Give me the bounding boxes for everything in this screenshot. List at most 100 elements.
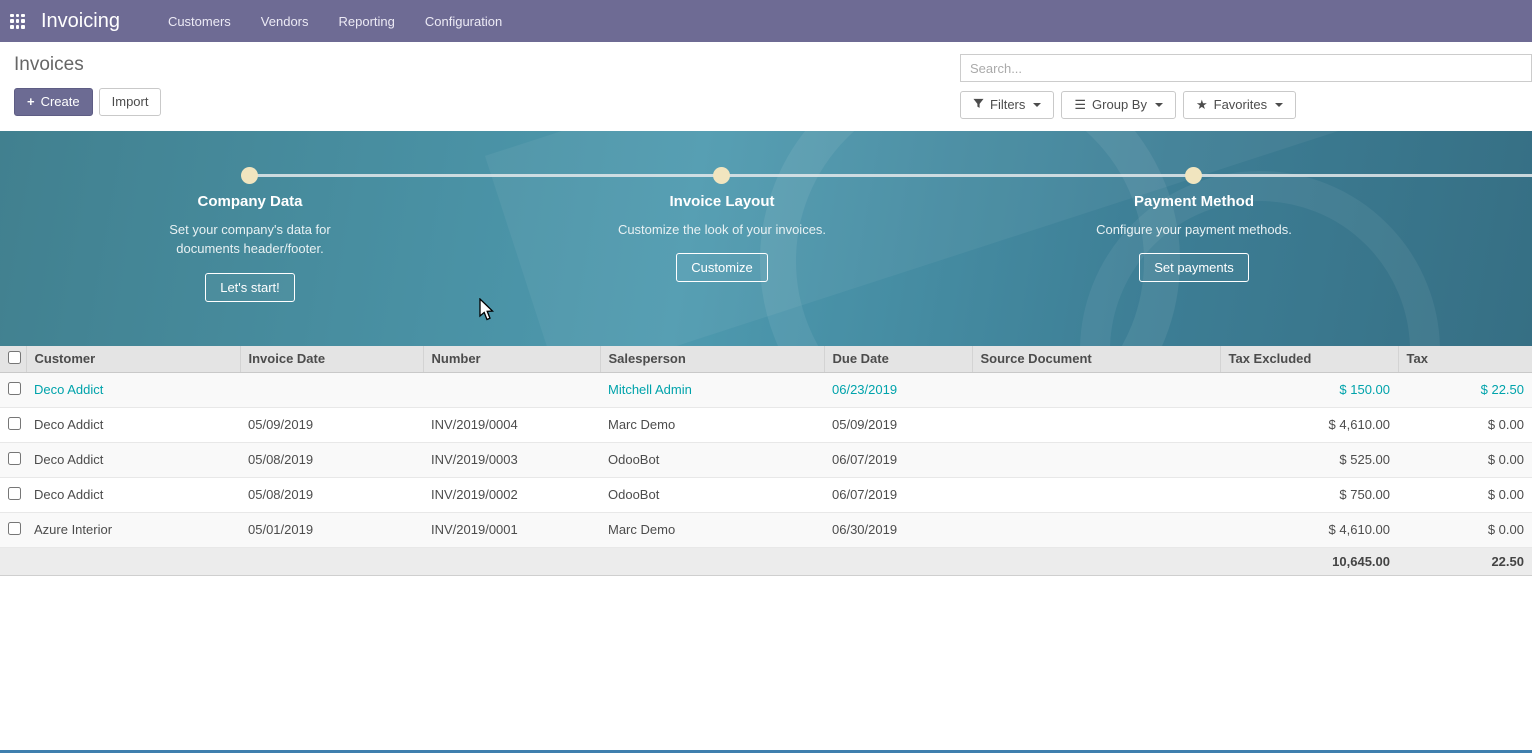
page-title: Invoices xyxy=(14,54,161,76)
cell-source-document xyxy=(972,442,1220,477)
cell-source-document xyxy=(972,477,1220,512)
timeline-dot xyxy=(713,167,730,184)
onboarding-banner: Company Data Set your company's data for… xyxy=(0,131,1532,346)
cell-invoice-date xyxy=(240,372,423,407)
bars-icon: ☰ xyxy=(1074,97,1086,113)
filters-button[interactable]: Filters xyxy=(960,91,1054,119)
menu-item-customers[interactable]: Customers xyxy=(168,14,231,29)
table-header-row: Customer Invoice Date Number Salesperson… xyxy=(0,346,1532,373)
lets-start-button[interactable]: Let's start! xyxy=(205,273,295,302)
set-payments-button[interactable]: Set payments xyxy=(1139,253,1249,282)
filter-funnel-icon xyxy=(973,97,984,113)
navbar-menu: Customers Vendors Reporting Configuratio… xyxy=(168,14,502,29)
timeline-dot xyxy=(1185,167,1202,184)
chevron-down-icon xyxy=(1275,103,1283,107)
menu-item-configuration[interactable]: Configuration xyxy=(425,14,502,29)
step-description: Set your company's data for documents he… xyxy=(143,220,358,259)
cell-number: INV/2019/0003 xyxy=(423,442,600,477)
favorites-button-label: Favorites xyxy=(1214,97,1267,113)
cell-number xyxy=(423,372,600,407)
step-description: Configure your payment methods. xyxy=(1087,220,1302,240)
step-title: Company Data xyxy=(90,193,410,210)
cell-salesperson: OdooBot xyxy=(600,477,824,512)
plus-icon: + xyxy=(27,94,35,110)
menu-item-reporting[interactable]: Reporting xyxy=(339,14,395,29)
cell-customer: Deco Addict xyxy=(26,407,240,442)
column-header-salesperson[interactable]: Salesperson xyxy=(600,346,824,373)
favorites-button[interactable]: ★ Favorites xyxy=(1183,91,1296,119)
cell-source-document xyxy=(972,372,1220,407)
import-button-label: Import xyxy=(112,94,149,110)
cell-invoice-date: 05/08/2019 xyxy=(240,477,423,512)
cell-due-date: 06/23/2019 xyxy=(824,372,972,407)
table-row[interactable]: Deco Addict 05/09/2019 INV/2019/0004 Mar… xyxy=(0,407,1532,442)
cell-tax: $ 0.00 xyxy=(1398,407,1532,442)
cell-tax: $ 0.00 xyxy=(1398,442,1532,477)
step-description: Customize the look of your invoices. xyxy=(615,220,830,240)
row-checkbox[interactable] xyxy=(8,487,21,500)
cell-tax: $ 0.00 xyxy=(1398,512,1532,547)
cell-salesperson: OdooBot xyxy=(600,442,824,477)
cell-tax: $ 22.50 xyxy=(1398,372,1532,407)
app-title: Invoicing xyxy=(41,10,120,33)
select-all-checkbox[interactable] xyxy=(8,351,21,364)
column-header-tax[interactable]: Tax xyxy=(1398,346,1532,373)
total-tax-excluded: 10,645.00 xyxy=(1220,547,1398,575)
cell-tax-excluded: $ 4,610.00 xyxy=(1220,407,1398,442)
column-header-invoice-date[interactable]: Invoice Date xyxy=(240,346,423,373)
timeline-dot xyxy=(241,167,258,184)
cell-due-date: 06/30/2019 xyxy=(824,512,972,547)
cell-customer: Deco Addict xyxy=(26,442,240,477)
step-title: Invoice Layout xyxy=(562,193,882,210)
column-header-source-document[interactable]: Source Document xyxy=(972,346,1220,373)
row-checkbox[interactable] xyxy=(8,382,21,395)
cell-salesperson: Marc Demo xyxy=(600,407,824,442)
onboarding-timeline xyxy=(250,174,1532,177)
step-title: Payment Method xyxy=(1034,193,1354,210)
chevron-down-icon xyxy=(1033,103,1041,107)
table-row[interactable]: Deco Addict 05/08/2019 INV/2019/0002 Odo… xyxy=(0,477,1532,512)
cell-tax: $ 0.00 xyxy=(1398,477,1532,512)
cell-tax-excluded: $ 4,610.00 xyxy=(1220,512,1398,547)
row-checkbox[interactable] xyxy=(8,522,21,535)
filters-button-label: Filters xyxy=(990,97,1025,113)
search-input[interactable] xyxy=(960,54,1532,82)
cell-customer: Deco Addict xyxy=(26,372,240,407)
star-icon: ★ xyxy=(1196,97,1208,113)
table-row[interactable]: Deco Addict 05/08/2019 INV/2019/0003 Odo… xyxy=(0,442,1532,477)
column-header-number[interactable]: Number xyxy=(423,346,600,373)
onboarding-step-payment-method: Payment Method Configure your payment me… xyxy=(1034,193,1354,283)
cell-source-document xyxy=(972,512,1220,547)
table-row[interactable]: Deco Addict Mitchell Admin 06/23/2019 $ … xyxy=(0,372,1532,407)
invoices-table: Customer Invoice Date Number Salesperson… xyxy=(0,346,1532,576)
top-navbar: Invoicing Customers Vendors Reporting Co… xyxy=(0,0,1532,42)
cell-customer: Deco Addict xyxy=(26,477,240,512)
cell-tax-excluded: $ 150.00 xyxy=(1220,372,1398,407)
cell-due-date: 06/07/2019 xyxy=(824,477,972,512)
cell-source-document xyxy=(972,407,1220,442)
cell-invoice-date: 05/01/2019 xyxy=(240,512,423,547)
totals-row: 10,645.00 22.50 xyxy=(0,547,1532,575)
group-by-button-label: Group By xyxy=(1092,97,1147,113)
cell-number: INV/2019/0002 xyxy=(423,477,600,512)
import-button[interactable]: Import xyxy=(99,88,162,116)
cell-tax-excluded: $ 525.00 xyxy=(1220,442,1398,477)
cell-customer: Azure Interior xyxy=(26,512,240,547)
column-header-due-date[interactable]: Due Date xyxy=(824,346,972,373)
create-button-label: Create xyxy=(41,94,80,110)
cell-due-date: 05/09/2019 xyxy=(824,407,972,442)
control-panel: Invoices + Create Import Filters ☰ Grou xyxy=(0,42,1532,131)
create-button[interactable]: + Create xyxy=(14,88,93,116)
apps-grid-icon[interactable] xyxy=(10,14,25,29)
column-header-customer[interactable]: Customer xyxy=(26,346,240,373)
table-row[interactable]: Azure Interior 05/01/2019 INV/2019/0001 … xyxy=(0,512,1532,547)
customize-button[interactable]: Customize xyxy=(676,253,767,282)
group-by-button[interactable]: ☰ Group By xyxy=(1061,91,1176,119)
row-checkbox[interactable] xyxy=(8,452,21,465)
cell-number: INV/2019/0001 xyxy=(423,512,600,547)
onboarding-step-company-data: Company Data Set your company's data for… xyxy=(90,193,410,302)
row-checkbox[interactable] xyxy=(8,417,21,430)
column-header-tax-excluded[interactable]: Tax Excluded xyxy=(1220,346,1398,373)
cell-tax-excluded: $ 750.00 xyxy=(1220,477,1398,512)
menu-item-vendors[interactable]: Vendors xyxy=(261,14,309,29)
